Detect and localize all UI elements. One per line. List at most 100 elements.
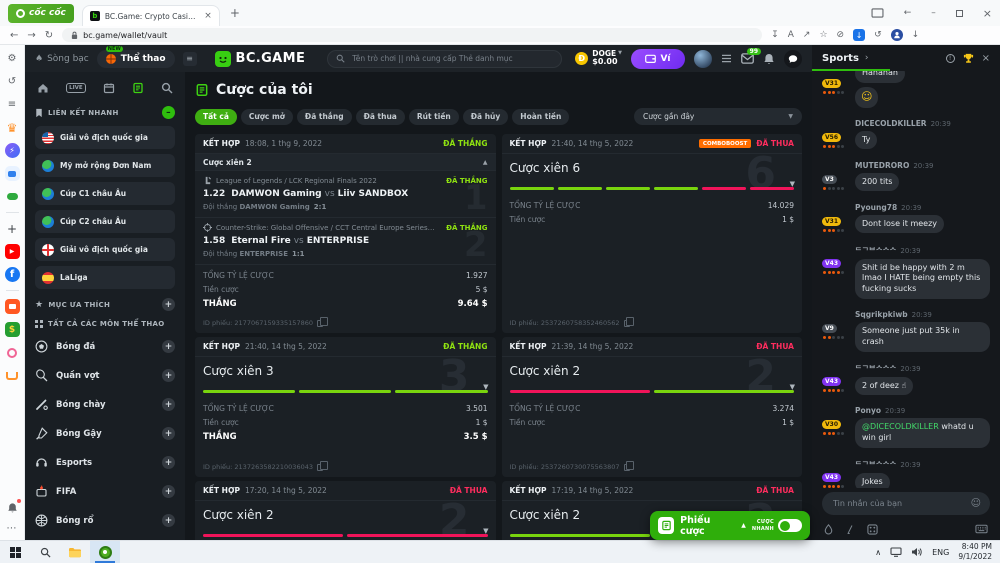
- bet-card[interactable]: KẾT HỢP21:40, 14 thg 5, 2022ĐÃ THẮNG3▼Cư…: [195, 337, 496, 477]
- filter-pill[interactable]: Đã thắng: [297, 109, 352, 125]
- language-indicator[interactable]: ENG: [932, 548, 949, 557]
- emoji-icon[interactable]: ☺: [971, 498, 981, 509]
- reader-icon[interactable]: ≡: [5, 97, 20, 112]
- sidebar-quick-link[interactable]: Giải vô địch quốc gia: [35, 126, 175, 149]
- filter-pill[interactable]: Cược mở: [241, 109, 293, 125]
- translate-icon[interactable]: A: [788, 30, 794, 40]
- list-icon[interactable]: [721, 54, 732, 63]
- sidebar-sport-basketball[interactable]: Bóng rổ+: [35, 510, 175, 531]
- facebook-icon[interactable]: f: [5, 267, 20, 282]
- chat-username[interactable]: DICECOLDKILLER20:39: [855, 119, 990, 128]
- plus-icon[interactable]: +: [5, 221, 20, 236]
- new-tab-button[interactable]: +: [230, 6, 240, 20]
- file-explorer-icon[interactable]: [60, 541, 90, 563]
- expand-plus-icon[interactable]: +: [162, 427, 175, 440]
- taskbar-search-icon[interactable]: [30, 541, 60, 563]
- trophy-icon[interactable]: [963, 53, 974, 64]
- expand-plus-icon[interactable]: +: [162, 456, 175, 469]
- maximize-button[interactable]: [956, 10, 963, 17]
- expand-plus-icon[interactable]: +: [162, 514, 175, 527]
- volume-icon[interactable]: [911, 547, 923, 557]
- dice-icon[interactable]: [867, 524, 878, 535]
- casino-tab[interactable]: ♠Sòng bạc: [35, 54, 89, 64]
- bcgame-logo[interactable]: BC.GAME: [215, 51, 306, 67]
- copy-icon[interactable]: [317, 320, 323, 327]
- history-icon[interactable]: ↺: [5, 74, 20, 89]
- sort-dropdown[interactable]: Cược gần đây▼: [634, 108, 802, 125]
- reload-icon[interactable]: ↻: [45, 30, 53, 41]
- browser-tab[interactable]: b BC.Game: Crypto Casino Gan ×: [82, 5, 220, 26]
- messenger-icon[interactable]: ⚡: [5, 143, 20, 158]
- filter-pill[interactable]: Đã hủy: [463, 109, 509, 125]
- collapse-button[interactable]: –: [162, 106, 175, 119]
- app-cart-icon[interactable]: [5, 368, 20, 383]
- chat-username[interactable]: Ponyo20:39: [855, 406, 990, 415]
- bookmark-star-icon[interactable]: ☆: [819, 30, 827, 40]
- expand-plus-icon[interactable]: +: [162, 340, 175, 353]
- sync-icon[interactable]: ↺: [874, 30, 882, 40]
- chat-input[interactable]: [831, 498, 971, 509]
- app-flower-icon[interactable]: [5, 345, 20, 360]
- notifications-bell-icon[interactable]: [5, 500, 20, 515]
- menu-icon[interactable]: ≡: [183, 52, 197, 66]
- chat-username[interactable]: Pyoung7820:39: [855, 203, 990, 212]
- url-field[interactable]: bc.game/wallet/vault: [62, 28, 762, 42]
- bet-card[interactable]: KẾT HỢP21:39, 14 thg 5, 2022ĐÃ THUA2▼Cượ…: [502, 337, 803, 477]
- expand-plus-icon[interactable]: +: [162, 485, 175, 498]
- user-avatar[interactable]: [694, 50, 712, 68]
- crown-icon[interactable]: ♛: [5, 120, 20, 135]
- youtube-icon[interactable]: ▶: [5, 244, 20, 259]
- sports-tab[interactable]: NEW Thể thao: [97, 50, 175, 68]
- chevron-down-icon[interactable]: ▼: [790, 180, 795, 188]
- gif-keyboard-icon[interactable]: [975, 524, 988, 534]
- home-icon[interactable]: [37, 82, 49, 94]
- sidebar-sport-esports[interactable]: Esports+: [35, 452, 175, 473]
- chevron-down-icon[interactable]: ▼: [483, 527, 488, 535]
- chat-icon[interactable]: [5, 166, 20, 181]
- more-icon[interactable]: ⋯: [7, 523, 18, 534]
- inbox-button[interactable]: 99: [741, 53, 754, 64]
- bell-icon[interactable]: [763, 53, 775, 65]
- app-green-icon[interactable]: $: [5, 322, 20, 337]
- forward-icon[interactable]: →: [27, 30, 35, 41]
- panel-arrow-icon[interactable]: ←: [904, 8, 912, 18]
- game-search[interactable]: [327, 50, 562, 68]
- filter-pill[interactable]: Đã thua: [356, 109, 405, 125]
- add-favorite-button[interactable]: +: [162, 298, 175, 311]
- sidebar-sport-cricket[interactable]: Bóng Gậy+: [35, 423, 175, 444]
- my-bets-icon[interactable]: [132, 82, 144, 94]
- chat-username[interactable]: ᄃᄀᄇᄉᄉᄉ20:39: [855, 363, 990, 374]
- wallet-button[interactable]: Ví: [631, 49, 685, 69]
- sidebar-sport-fifa[interactable]: FIFA+: [35, 481, 175, 502]
- app-red-icon[interactable]: [5, 299, 20, 314]
- taskbar-clock[interactable]: 8:40 PM 9/1/2022: [958, 542, 992, 562]
- sidebar-quick-link[interactable]: Cúp C2 châu Âu: [35, 210, 175, 233]
- install-icon[interactable]: ↧: [771, 30, 779, 40]
- sidebar-quick-link[interactable]: Mỹ mở rộng Đơn Nam: [35, 154, 175, 177]
- cast-icon[interactable]: [871, 8, 884, 18]
- balance-selector[interactable]: Đ DOGE▼ $0.00: [575, 50, 622, 67]
- game-search-input[interactable]: [350, 53, 553, 64]
- adblock-shield-icon[interactable]: ⊘: [837, 30, 845, 40]
- filter-pill[interactable]: Rút tiền: [409, 109, 459, 125]
- profile-avatar[interactable]: [891, 29, 903, 41]
- settings-icon[interactable]: ⚙: [5, 51, 20, 66]
- tab-close-icon[interactable]: ×: [204, 11, 212, 21]
- schedule-icon[interactable]: [103, 82, 115, 94]
- tray-expand-icon[interactable]: ∧: [875, 548, 881, 557]
- quick-bet-toggle[interactable]: [778, 519, 802, 532]
- network-icon[interactable]: [890, 547, 902, 557]
- sidebar-search-icon[interactable]: [161, 82, 173, 94]
- start-button[interactable]: [0, 541, 30, 563]
- sidebar-sport-football[interactable]: Bóng đá+: [35, 336, 175, 357]
- chat-toggle-icon[interactable]: [784, 50, 802, 68]
- close-button[interactable]: ×: [983, 7, 992, 20]
- chat-username[interactable]: Sqgrikpkiwb20:39: [855, 310, 990, 319]
- bet-title-row[interactable]: Cược xiên 2▲: [195, 154, 496, 171]
- download-manager-icon[interactable]: ↓: [853, 29, 865, 41]
- coccoc-taskbar-icon[interactable]: [90, 541, 120, 563]
- filter-pill[interactable]: Tất cả: [195, 109, 237, 125]
- mention-link[interactable]: @DICECOLDKILLER: [862, 422, 939, 431]
- expand-plus-icon[interactable]: +: [162, 369, 175, 382]
- sidebar-sport-tennis[interactable]: Quần vợt+: [35, 365, 175, 386]
